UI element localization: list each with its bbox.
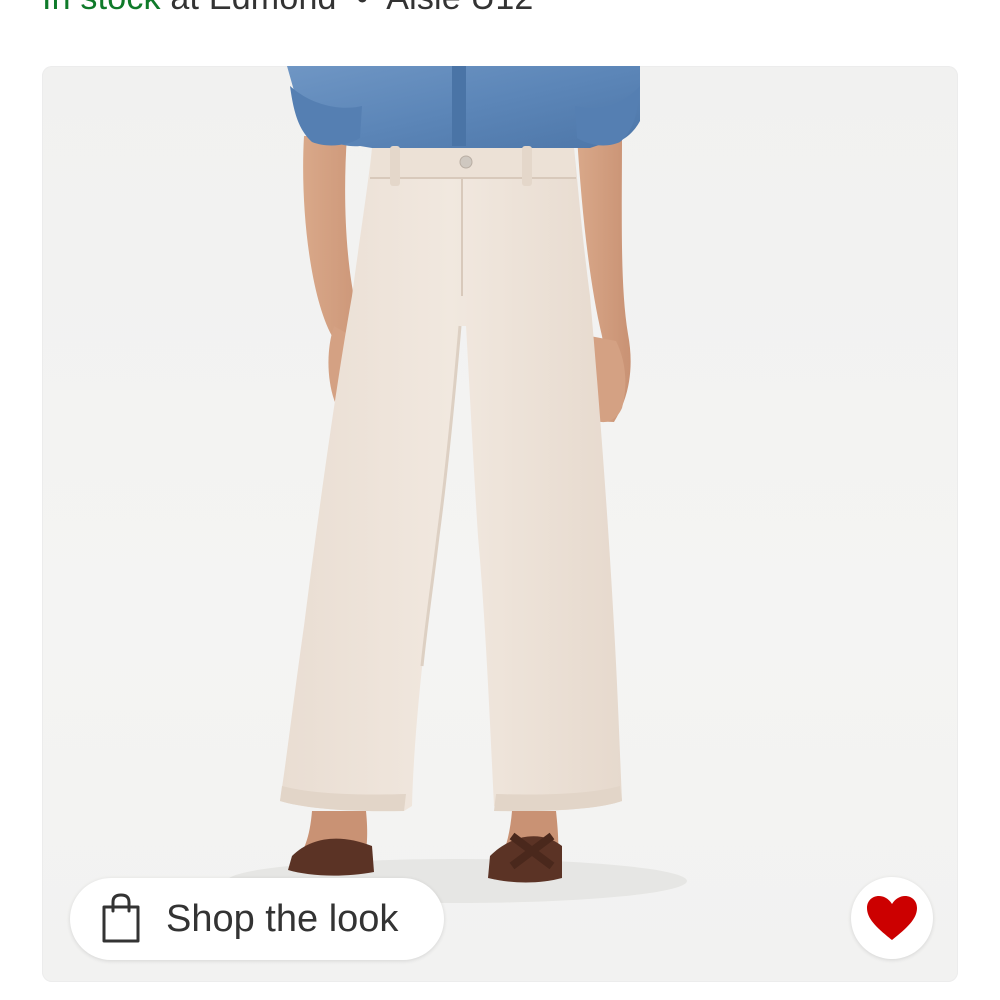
shop-the-look-label: Shop the look bbox=[166, 897, 399, 940]
stock-status: In stock bbox=[42, 0, 161, 17]
favorite-button[interactable] bbox=[851, 877, 933, 959]
aisle-location: Aisle U12 bbox=[386, 0, 533, 17]
product-page: In stock at Edmond • Aisle U12 bbox=[0, 0, 1000, 1000]
heart-icon bbox=[867, 896, 917, 940]
store-name[interactable]: at Edmond bbox=[170, 0, 336, 17]
shop-the-look-button[interactable]: Shop the look bbox=[70, 878, 444, 960]
product-photo bbox=[227, 66, 687, 903]
product-image-card[interactable] bbox=[42, 66, 958, 982]
shopping-bag-icon bbox=[102, 893, 140, 943]
availability-line: In stock at Edmond • Aisle U12 bbox=[42, 0, 534, 18]
availability-separator: • bbox=[356, 0, 368, 17]
